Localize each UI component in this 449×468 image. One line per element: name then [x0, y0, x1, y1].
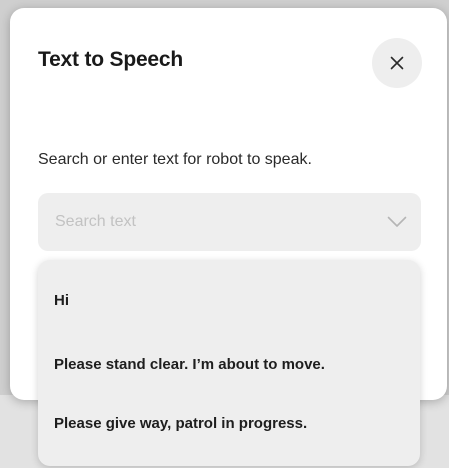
instruction-text: Search or enter text for robot to speak. — [38, 151, 312, 168]
search-field[interactable] — [38, 193, 421, 251]
close-button[interactable] — [372, 38, 422, 88]
dropdown-item-stand-clear[interactable]: Please stand clear. I’m about to move. — [38, 347, 420, 381]
suggestions-dropdown: Hi Please stand clear. I’m about to move… — [38, 260, 420, 466]
chevron-down-icon[interactable] — [387, 216, 407, 228]
search-input[interactable] — [53, 212, 387, 232]
dropdown-item-give-way[interactable]: Please give way, patrol in progress. — [38, 406, 420, 440]
dialog-title: Text to Speech — [38, 48, 184, 71]
dropdown-item-hi[interactable]: Hi — [38, 283, 420, 317]
close-icon — [390, 56, 404, 70]
